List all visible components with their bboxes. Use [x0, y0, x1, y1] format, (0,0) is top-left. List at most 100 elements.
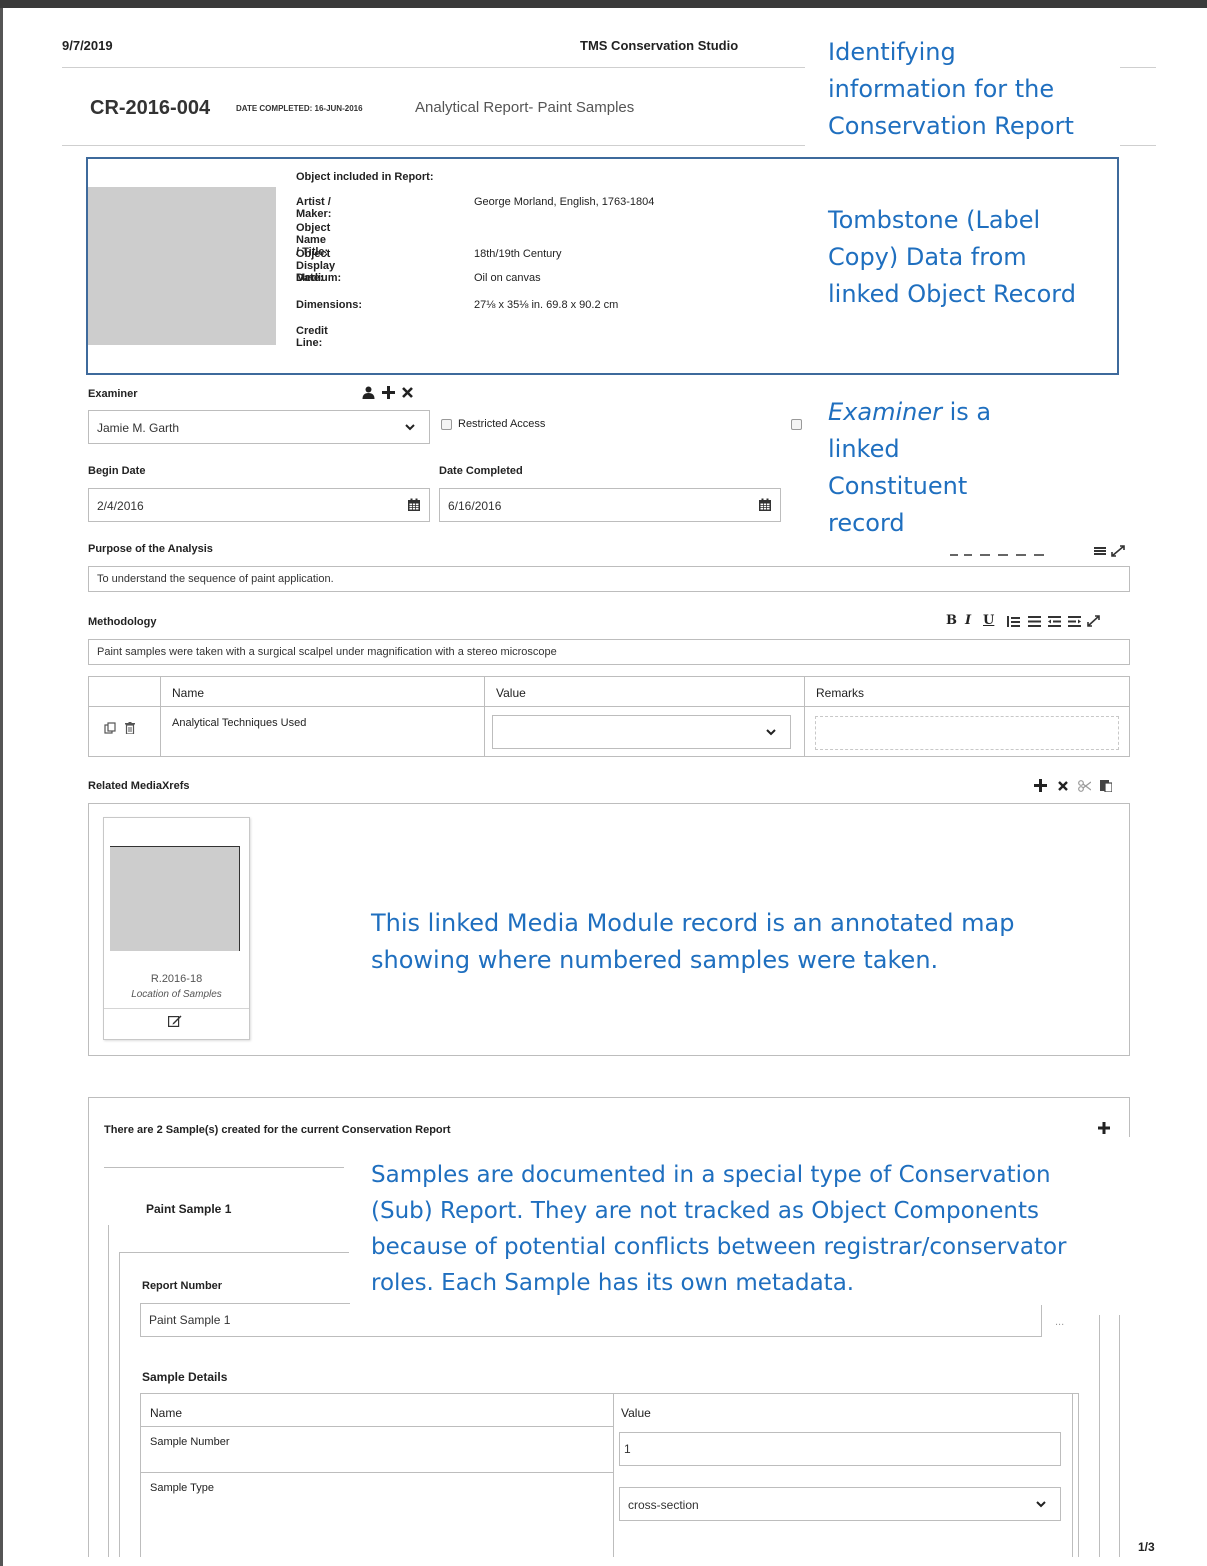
sample-tab-title[interactable]: Paint Sample 1 [146, 1202, 231, 1216]
media-card-divider [104, 1008, 249, 1009]
sample-details-label: Sample Details [142, 1370, 228, 1384]
chevron-down-icon [1036, 1501, 1046, 1508]
sample-details-row-line [140, 1472, 613, 1473]
dimensions-label: Dimensions: [296, 299, 363, 311]
attributes-header-name: Name [172, 686, 205, 700]
media-thumbnail[interactable] [110, 846, 240, 951]
header-rule [62, 67, 805, 68]
sample-number-label: Sample Number [150, 1436, 230, 1448]
sample-details-table [140, 1393, 1079, 1557]
annotation-identifying: Identifying information for the Conserva… [828, 38, 1074, 140]
artist-value: George Morland, English, 1763-1804 [474, 196, 655, 208]
object-heading: Object included in Report: [296, 171, 434, 183]
purpose-input[interactable]: To understand the sequence of paint appl… [88, 566, 1130, 592]
window-top-bar [0, 0, 1207, 8]
date-completed-input[interactable]: 6/16/2016 [439, 488, 781, 522]
object-thumbnail[interactable] [88, 187, 276, 345]
samples-summary: There are 2 Sample(s) created for the cu… [104, 1124, 451, 1136]
studio-name: TMS Conservation Studio [580, 38, 739, 53]
attribute-value-select[interactable] [492, 715, 791, 749]
title-rule-right [1120, 145, 1156, 146]
copy-icon[interactable] [104, 722, 116, 734]
begin-date-value: 2/4/2016 [97, 499, 144, 513]
sample-number-input[interactable]: 1 [619, 1432, 1061, 1466]
indent-icon[interactable] [1068, 616, 1081, 627]
display-date-value: 18th/19th Century [474, 248, 562, 260]
examiner-select[interactable]: Jamie M. Garth [88, 410, 430, 444]
remove-examiner-icon[interactable] [402, 387, 413, 398]
sample-type-value: cross-section [628, 1498, 699, 1512]
header-rule-right [1120, 67, 1156, 68]
sample-details-scroll-line [1072, 1393, 1073, 1557]
chevron-down-icon [405, 424, 415, 431]
date-completed-tag: DATE COMPLETED: 16-JUN-2016 [236, 104, 363, 113]
annotation-samples: Samples are documented in a special type… [371, 1162, 1067, 1296]
attribute-remarks-input[interactable] [815, 716, 1119, 750]
calendar-icon[interactable] [407, 498, 421, 512]
sample-inner-right [1099, 1315, 1100, 1557]
examiner-value: Jamie M. Garth [97, 421, 180, 435]
person-icon[interactable] [362, 386, 376, 400]
more-button[interactable]: ... [1055, 1316, 1064, 1328]
media-label: Related MediaXrefs [88, 780, 190, 792]
annotation-tombstone: Tombstone (Label Copy) Data from linked … [828, 206, 1076, 308]
sample-inner-left [119, 1252, 120, 1557]
italic-button[interactable]: I [965, 613, 971, 628]
report-number-value: Paint Sample 1 [149, 1313, 231, 1327]
purpose-toolbar-partial [950, 545, 1130, 557]
sample-outer-left [108, 1225, 109, 1557]
samples-tab-rule [104, 1167, 344, 1168]
report-number-input[interactable]: Paint Sample 1 [140, 1303, 1042, 1337]
outdent-icon[interactable] [1048, 616, 1061, 627]
underline-button[interactable]: U [983, 613, 994, 628]
paste-icon[interactable] [1100, 779, 1112, 792]
purpose-label: Purpose of the Analysis [88, 543, 213, 555]
sample-outer-right [1119, 1315, 1120, 1557]
edit-icon[interactable] [168, 1015, 182, 1027]
ordered-list-icon[interactable] [1007, 616, 1020, 627]
bold-button[interactable]: B [946, 613, 957, 628]
report-title: Analytical Report- Paint Samples [415, 99, 635, 116]
remove-media-icon[interactable] [1058, 781, 1068, 791]
sample-inner-top [119, 1252, 349, 1253]
begin-date-input[interactable]: 2/4/2016 [88, 488, 430, 522]
scissors-icon[interactable] [1078, 780, 1091, 792]
samples-panel-right-top [1129, 1097, 1130, 1137]
restricted-access-label: Restricted Access [458, 418, 546, 430]
methodology-input[interactable]: Paint samples were taken with a surgical… [88, 639, 1130, 665]
chevron-down-icon [766, 729, 776, 736]
medium-value: Oil on canvas [474, 272, 541, 284]
examiner-label: Examiner [88, 388, 138, 400]
attributes-header-value: Value [496, 686, 526, 700]
sample-type-select[interactable]: cross-section [619, 1487, 1061, 1521]
dimensions-value: 27⅛ x 35⅛ in. 69.8 x 90.2 cm [474, 299, 619, 311]
attribute-name: Analytical Techniques Used [172, 717, 307, 729]
add-media-icon[interactable] [1034, 779, 1047, 792]
sample-details-row-line [140, 1426, 613, 1427]
title-rule [62, 145, 805, 146]
media-number: R.2016-18 [150, 973, 203, 985]
artist-label: Artist / Maker: [296, 196, 332, 220]
unordered-list-icon[interactable] [1028, 616, 1041, 627]
page-number: 1/3 [1138, 1540, 1155, 1554]
purpose-value: To understand the sequence of paint appl… [97, 573, 334, 585]
add-sample-icon[interactable] [1098, 1122, 1110, 1134]
methodology-value: Paint samples were taken with a surgical… [97, 646, 557, 658]
attributes-col-line [160, 676, 161, 757]
print-date: 9/7/2019 [62, 38, 113, 53]
report-id: CR-2016-004 [90, 97, 211, 119]
sample-details-header-name: Name [150, 1406, 183, 1420]
trash-icon[interactable] [125, 722, 135, 734]
date-completed-label: Date Completed [439, 465, 523, 477]
sample-type-label: Sample Type [150, 1482, 215, 1494]
calendar-icon[interactable] [758, 498, 772, 512]
extra-checkbox[interactable] [791, 419, 802, 430]
restricted-access-checkbox[interactable] [441, 419, 452, 430]
add-examiner-icon[interactable] [382, 386, 395, 399]
media-caption: Location of Samples [131, 989, 222, 1000]
annotation-media: This linked Media Module record is an an… [371, 909, 1015, 974]
expand-icon[interactable] [1087, 615, 1100, 627]
report-number-label: Report Number [142, 1280, 223, 1292]
medium-label: Medium: [296, 272, 342, 284]
begin-date-label: Begin Date [88, 465, 146, 477]
